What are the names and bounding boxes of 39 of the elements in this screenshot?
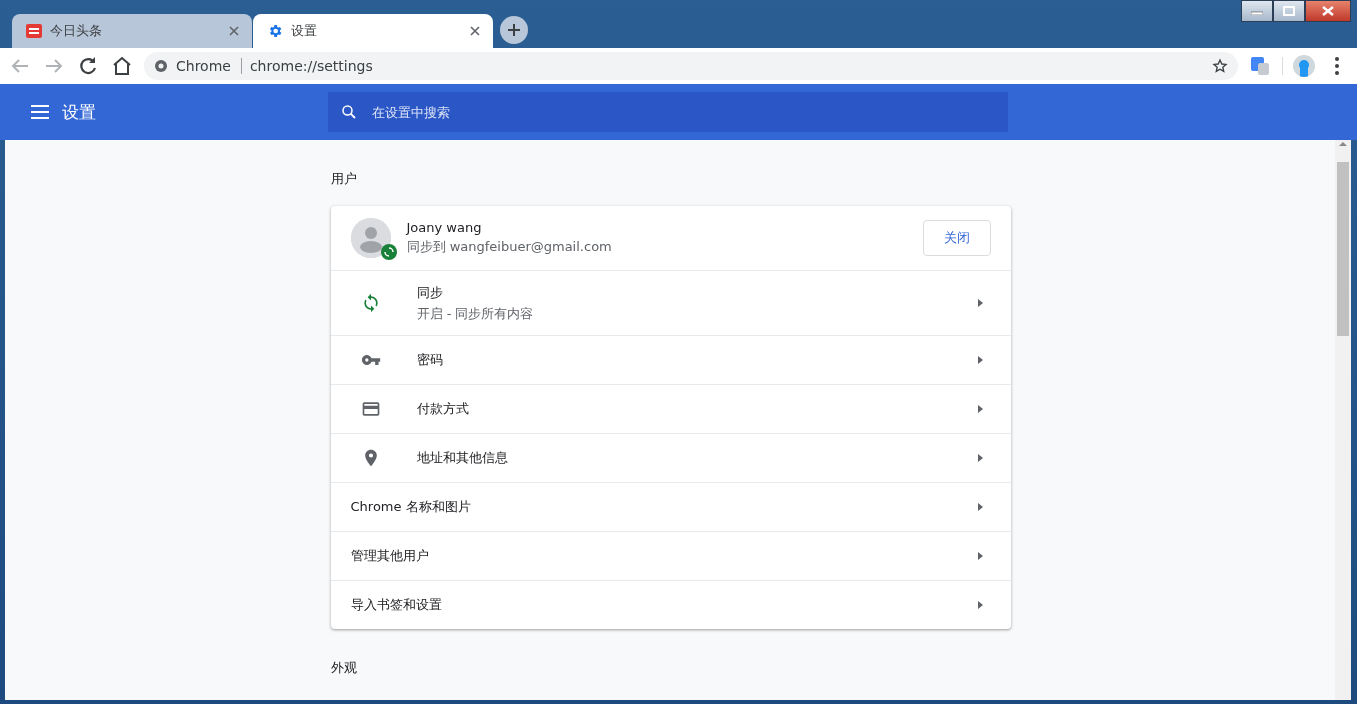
minimize-button[interactable] — [1241, 0, 1273, 22]
browser-tab[interactable]: 设置 — [253, 14, 493, 48]
url-text: chrome://settings — [249, 58, 374, 74]
section-title: 用户 — [330, 170, 358, 188]
row-label[interactable]: 导入书签和设置 — [350, 596, 973, 614]
plus-icon[interactable] — [507, 23, 521, 37]
gear-icon — [267, 23, 283, 39]
new-tab-button[interactable] — [500, 16, 528, 44]
row-sublabel: 开启 - 同步所有内容 — [416, 304, 535, 323]
row-label[interactable]: Chrome 名称和图片 — [350, 498, 973, 516]
page-title: 设置 — [62, 100, 97, 124]
address-bar[interactable]: Chrome chrome://settings — [144, 52, 1238, 80]
site-label: Chrome — [176, 58, 242, 74]
search-box[interactable]: 在设置中搜索 — [328, 92, 1008, 132]
row-label[interactable]: 同步 — [416, 283, 973, 302]
news-logo-icon — [26, 24, 42, 38]
profile-avatar-icon[interactable] — [1293, 55, 1315, 77]
search-icon — [340, 103, 358, 121]
row-label[interactable]: 密码 — [416, 351, 973, 369]
avatar-placeholder — [350, 218, 391, 258]
turn-off-button[interactable]: 关闭 — [922, 220, 991, 256]
scrollbar-thumb[interactable] — [1337, 162, 1349, 336]
close-icon[interactable] — [1322, 6, 1334, 16]
scroll-up-arrow-icon[interactable] — [1338, 140, 1348, 148]
row-label[interactable]: 地址和其他信息 — [416, 449, 973, 467]
star-icon[interactable] — [1212, 58, 1228, 74]
maximize-button[interactable] — [1273, 0, 1305, 22]
scrollbar[interactable] — [1335, 140, 1351, 700]
search-field[interactable]: 在设置中搜索 — [370, 103, 996, 121]
close-button[interactable] — [1305, 0, 1351, 22]
section-title: 外观 — [330, 659, 358, 677]
sync-badge-icon — [380, 244, 397, 260]
row-label[interactable]: 付款方式 — [416, 400, 973, 418]
globe-icon — [154, 59, 168, 73]
profile-name: Joany wang — [406, 220, 483, 235]
row-label[interactable]: 管理其他用户 — [350, 547, 973, 565]
browser-tab[interactable]: 今日头条 — [12, 14, 252, 48]
sync-account: 同步到 wangfeibuer@gmail.com — [406, 238, 613, 256]
credit-card-icon — [360, 399, 381, 419]
